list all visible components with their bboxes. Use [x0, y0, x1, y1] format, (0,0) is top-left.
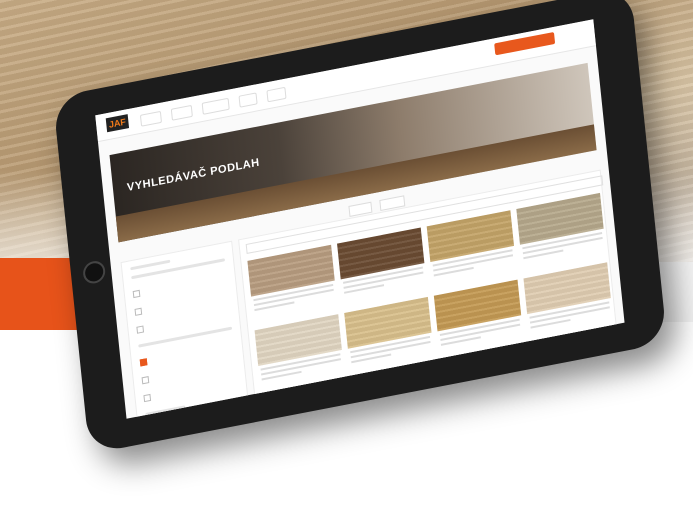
hero-title: VYHLEDÁVAČ PODLAH	[126, 156, 261, 195]
filter-checkbox-checked[interactable]	[139, 358, 148, 367]
product-card[interactable]	[247, 244, 338, 325]
filter-checkbox[interactable]	[132, 289, 141, 299]
product-card[interactable]	[433, 279, 525, 360]
product-card[interactable]	[523, 262, 614, 342]
product-image[interactable]	[523, 262, 611, 315]
filter-group-label	[138, 326, 233, 348]
nav-item[interactable]	[266, 86, 287, 103]
nav-item[interactable]	[139, 110, 163, 127]
filter-group-label	[145, 405, 186, 417]
product-grid	[247, 192, 614, 394]
tablet-screen: JAF VYHLEDÁVAČ PODLAH	[95, 19, 625, 419]
nav-item[interactable]	[201, 97, 230, 115]
filter-checkbox[interactable]	[136, 325, 145, 334]
product-card[interactable]	[337, 227, 428, 308]
filter-checkbox[interactable]	[141, 376, 150, 385]
product-image[interactable]	[516, 192, 604, 245]
product-image[interactable]	[433, 279, 522, 332]
product-image[interactable]	[426, 210, 515, 263]
filter-sidebar	[120, 240, 249, 419]
nav-item[interactable]	[238, 92, 258, 108]
filter-checkbox[interactable]	[143, 393, 152, 403]
product-image[interactable]	[337, 227, 425, 280]
product-card[interactable]	[254, 314, 345, 394]
nav-item[interactable]	[170, 104, 194, 121]
product-image[interactable]	[247, 244, 335, 297]
home-button-icon	[82, 259, 107, 286]
product-card[interactable]	[516, 192, 607, 273]
filter-checkbox[interactable]	[134, 307, 143, 316]
product-image[interactable]	[344, 296, 432, 349]
product-card[interactable]	[426, 210, 517, 290]
filter-group-label	[131, 258, 226, 280]
product-image[interactable]	[254, 314, 342, 367]
main-navigation	[139, 86, 287, 127]
cta-button[interactable]	[494, 31, 556, 56]
site-logo[interactable]: JAF	[105, 114, 130, 133]
product-card[interactable]	[344, 296, 435, 377]
